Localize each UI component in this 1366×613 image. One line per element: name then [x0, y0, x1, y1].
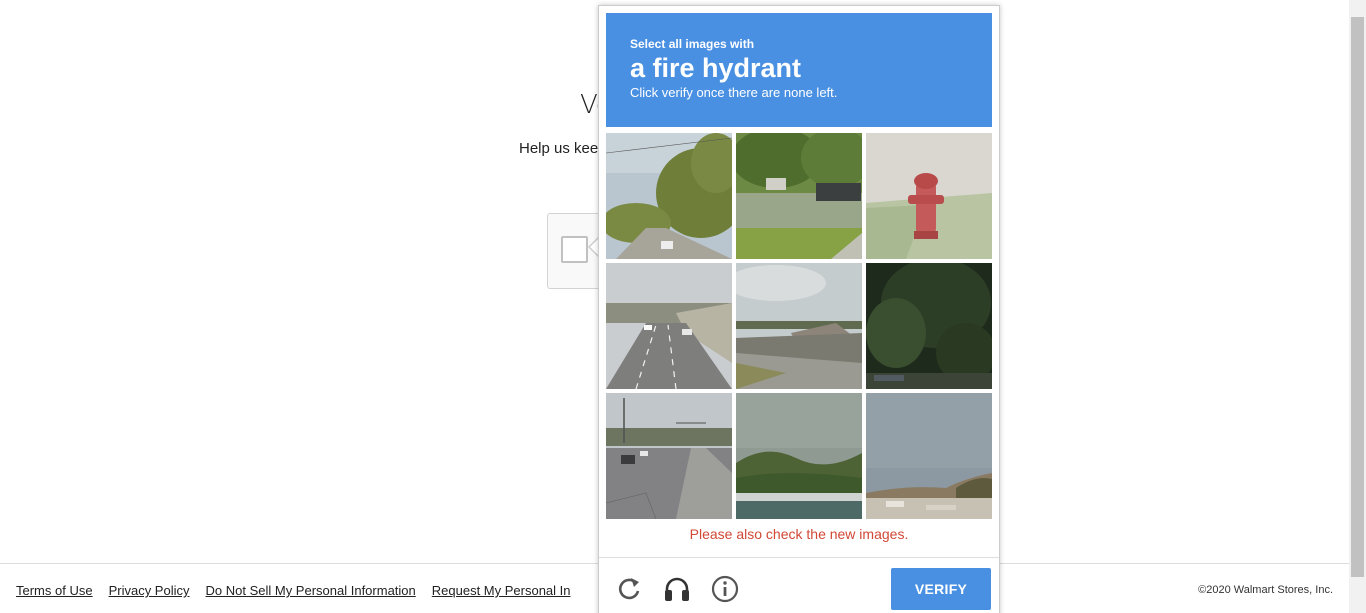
request-personal-info-link[interactable]: Request My Personal In — [432, 583, 571, 598]
reload-icon[interactable] — [614, 574, 644, 604]
terms-of-use-link[interactable]: Terms of Use — [16, 583, 93, 598]
footer-links: Terms of Use Privacy Policy Do Not Sell … — [16, 583, 571, 598]
do-not-sell-link[interactable]: Do Not Sell My Personal Information — [206, 583, 416, 598]
image-grid — [606, 133, 992, 519]
image-tile-multi-lane-road[interactable] — [606, 393, 732, 519]
audio-icon[interactable] — [662, 574, 692, 604]
image-tile-town-hillside[interactable] — [866, 393, 992, 519]
privacy-policy-link[interactable]: Privacy Policy — [109, 583, 190, 598]
image-tile-park-with-cars[interactable] — [736, 133, 862, 259]
scrollbar-thumb[interactable] — [1351, 17, 1364, 577]
prompt-target: a fire hydrant — [630, 53, 802, 83]
challenge-prompt: Select all images with a fire hydrant Cl… — [606, 13, 992, 127]
verify-button[interactable]: VERIFY — [891, 568, 991, 610]
page-scrollbar[interactable] — [1349, 0, 1366, 613]
image-tile-dark-trees[interactable] — [866, 263, 992, 389]
challenge-controls: VERIFY — [599, 557, 999, 613]
recaptcha-checkbox[interactable] — [561, 236, 588, 263]
image-tile-fire-hydrant[interactable] — [866, 133, 992, 259]
captcha-challenge: Select all images with a fire hydrant Cl… — [598, 5, 1000, 613]
error-message: Please also check the new images. — [689, 526, 909, 542]
image-tile-bridge-over-road[interactable] — [736, 263, 862, 389]
copyright-text: ©2020 Walmart Stores, Inc. — [1198, 584, 1333, 596]
prompt-note: Click verify once there are none left. — [630, 85, 838, 100]
image-tile-hillside-river[interactable] — [736, 393, 862, 519]
image-tile-highway-overpass[interactable] — [606, 263, 732, 389]
prompt-instruction: Select all images with — [630, 37, 755, 51]
page-subtitle: Help us kee — [519, 140, 599, 157]
info-icon[interactable] — [710, 574, 740, 604]
image-tile-tree-lined-road[interactable] — [606, 133, 732, 259]
